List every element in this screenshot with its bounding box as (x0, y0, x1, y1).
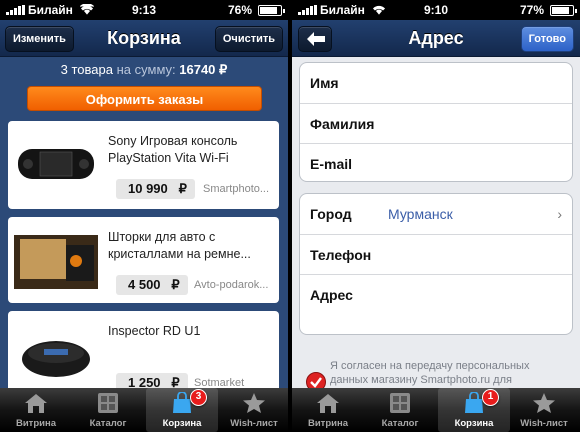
house-icon (317, 394, 339, 413)
tab-catalog[interactable]: Каталог (72, 388, 144, 432)
battery-percent: 77% (519, 3, 544, 17)
product-image (18, 149, 94, 179)
field-label: Фамилия (310, 116, 375, 132)
phone-field[interactable]: Телефон (300, 234, 572, 274)
personal-info-group: Имя Фамилия E-mail (299, 62, 573, 182)
nav-bar: Изменить Корзина Очистить (0, 20, 288, 57)
city-value: Мурманск (388, 206, 453, 222)
product-name: Sony Игровая консоль PlayStation Vita Wi… (108, 134, 238, 165)
tab-bar: Витрина Каталог 3 Корзина Wish-лист (0, 388, 288, 432)
store-name: Avto-podarok... (194, 279, 269, 291)
cart-summary: 3 товара на сумму: 16740 ₽ (0, 62, 288, 78)
cart-screen: Билайн 9:13 76% Изменить Корзина Очистит… (0, 0, 288, 432)
field-label: Адрес (310, 287, 353, 303)
address-field[interactable]: Адрес (300, 274, 572, 336)
battery-percent: 76% (227, 3, 252, 17)
done-button[interactable]: Готово (520, 26, 574, 52)
tab-showcase[interactable]: Витрина (0, 388, 72, 432)
catalog-icon (98, 393, 118, 413)
cart-total: 16740 (179, 62, 216, 77)
item-count: 3 товара (60, 62, 113, 77)
product-image (14, 235, 98, 289)
tab-cart[interactable]: 3 Корзина (146, 388, 218, 432)
cart-item[interactable]: Sony Игровая консоль PlayStation Vita Wi… (8, 121, 279, 209)
checkout-button[interactable]: Оформить заказы (27, 86, 262, 111)
store-name: Smartphoto... (203, 183, 270, 195)
status-bar: Билайн 9:13 76% (0, 0, 288, 20)
tab-wishlist[interactable]: Wish-лист (508, 388, 580, 432)
tab-cart[interactable]: 1 Корзина (438, 388, 510, 432)
house-icon (25, 394, 47, 413)
email-field[interactable]: E-mail (300, 143, 572, 183)
consent-text: Я согласен на передачу персональных данн… (330, 360, 530, 386)
field-label: Телефон (310, 247, 372, 263)
tab-wishlist[interactable]: Wish-лист (218, 388, 288, 432)
tab-showcase[interactable]: Витрина (292, 388, 364, 432)
surname-field[interactable]: Фамилия (300, 103, 572, 143)
catalog-icon (390, 393, 410, 413)
clear-cart-button[interactable]: Очистить (214, 26, 283, 52)
star-icon (533, 393, 555, 413)
tab-catalog[interactable]: Каталог (364, 388, 436, 432)
chevron-right-icon: › (557, 206, 562, 222)
product-name: Inspector RD U1 (108, 324, 201, 338)
field-label: Город (310, 206, 352, 222)
nav-bar: Адрес Готово (292, 20, 580, 57)
currency-sign: ₽ (219, 62, 228, 77)
field-label: E-mail (310, 156, 353, 172)
address-info-group: Город Мурманск › Телефон Адрес (299, 193, 573, 335)
product-price: 4 500 ₽ (116, 275, 188, 295)
battery-icon (550, 5, 577, 16)
product-image (22, 341, 90, 377)
cart-item[interactable]: Шторки для авто с кристаллами на ремне..… (8, 217, 279, 303)
name-field[interactable]: Имя (300, 63, 572, 103)
field-label: Имя (310, 75, 339, 91)
tab-bar: Витрина Каталог 1 Корзина Wish-лист (292, 388, 580, 432)
battery-icon (258, 5, 285, 16)
city-field[interactable]: Город Мурманск › (300, 194, 572, 234)
product-price: 10 990 ₽ (116, 179, 195, 199)
address-screen: Билайн 9:10 77% Адрес Готово Имя Фамилия… (292, 0, 580, 432)
cart-badge: 3 (190, 389, 207, 406)
product-name: Шторки для авто с кристаллами на ремне..… (108, 230, 251, 261)
status-bar: Билайн 9:10 77% (292, 0, 580, 20)
sum-label: на сумму: (116, 62, 176, 77)
star-icon (243, 393, 265, 413)
cart-badge: 1 (482, 389, 499, 406)
